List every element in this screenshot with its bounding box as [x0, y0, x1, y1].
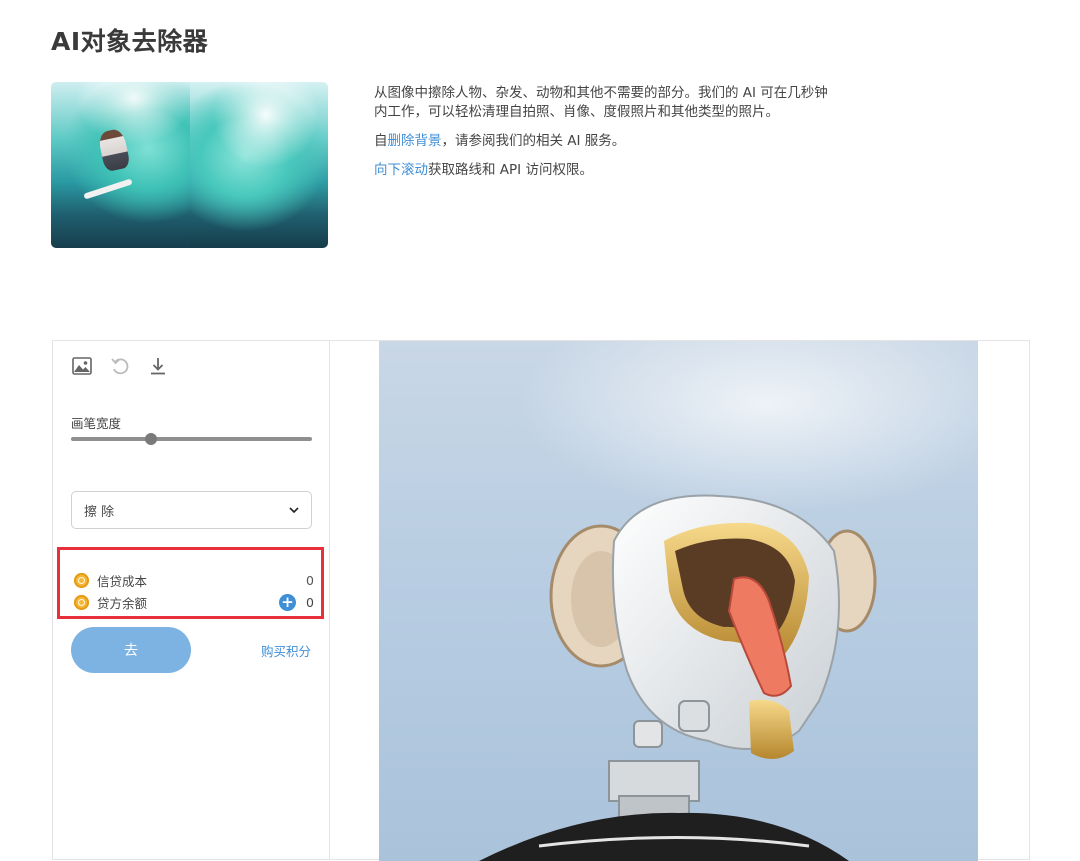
editor-panel: 画笔宽度 擦 除 信贷成本 0 贷方余额 + 0 去 购买积分 [52, 340, 1030, 861]
toolbar [71, 355, 169, 377]
mode-select-value: 擦 除 [84, 504, 115, 520]
brush-width-slider[interactable] [71, 433, 312, 445]
surfboard [83, 178, 133, 200]
credit-cost-label: 信贷成本 [97, 573, 148, 589]
buy-credits-link[interactable]: 购买积分 [261, 641, 311, 660]
credits-highlight-box: 信贷成本 0 贷方余额 + 0 [57, 547, 324, 619]
download-icon[interactable] [147, 355, 169, 377]
credit-balance-value: 0 [306, 594, 314, 610]
canvas-area[interactable] [330, 341, 1029, 861]
credit-cost-row: 信贷成本 0 [74, 570, 314, 590]
editor-sidebar: 画笔宽度 擦 除 信贷成本 0 贷方余额 + 0 去 购买积分 [53, 341, 330, 859]
brush-width-label: 画笔宽度 [71, 416, 122, 431]
text: 获取路线和 API 访问权限。 [428, 162, 593, 178]
coin-icon [74, 572, 89, 588]
go-button[interactable]: 去 [71, 627, 191, 673]
uploaded-image[interactable] [379, 341, 978, 861]
slider-thumb[interactable] [144, 433, 157, 445]
credit-balance-group: + 0 [279, 593, 314, 611]
text: 自 [374, 133, 388, 149]
after-image [189, 82, 328, 248]
image-icon[interactable] [71, 355, 93, 377]
chevron-down-icon [289, 504, 299, 517]
text: ，请参阅我们的相关 AI 服务。 [441, 133, 626, 149]
credit-balance-row: 贷方余额 + 0 [74, 592, 314, 612]
description: 从图像中擦除人物、杂发、动物和其他不需要的部分。我们的 AI 可在几秒钟内工作，… [374, 84, 836, 190]
coin-icon [74, 594, 89, 610]
undo-icon[interactable] [109, 355, 131, 377]
description-paragraph: 从图像中擦除人物、杂发、动物和其他不需要的部分。我们的 AI 可在几秒钟内工作，… [374, 85, 828, 120]
robot-monkey-illustration [479, 494, 877, 861]
page-title: AI对象去除器 [51, 27, 209, 56]
remove-background-link[interactable]: 删除背景 [388, 133, 442, 149]
description-paragraph: 向下滚动获取路线和 API 访问权限。 [374, 161, 836, 180]
credit-cost-value: 0 [306, 572, 314, 588]
before-image [51, 82, 190, 248]
example-preview-image [51, 82, 328, 248]
description-paragraph: 自删除背景，请参阅我们的相关 AI 服务。 [374, 132, 836, 151]
add-credits-icon[interactable]: + [279, 593, 297, 611]
scroll-down-link[interactable]: 向下滚动 [374, 162, 428, 178]
credit-balance-label: 贷方余额 [97, 595, 148, 611]
mode-select[interactable]: 擦 除 [71, 491, 312, 529]
surfer-figure [97, 127, 131, 173]
